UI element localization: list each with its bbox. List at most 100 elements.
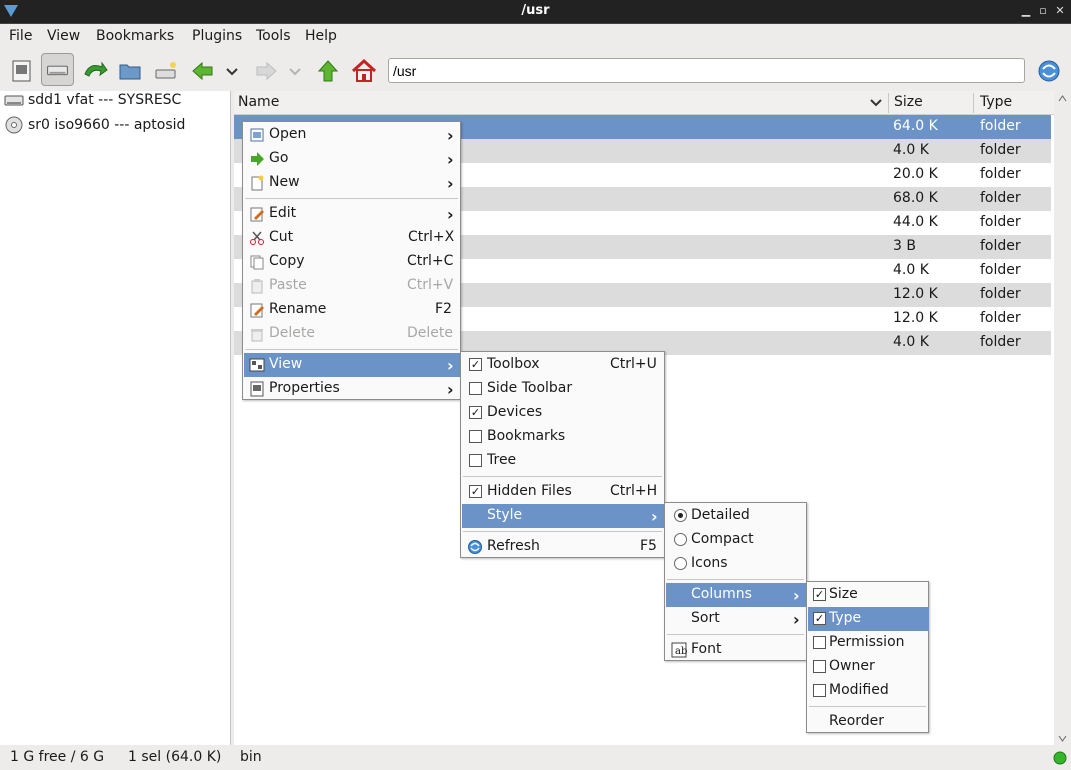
chevron-right-icon: › xyxy=(447,380,454,399)
menu-item-paste[interactable]: Paste Ctrl+V xyxy=(244,274,461,298)
menu-item-copy[interactable]: Copy Ctrl+C xyxy=(244,250,461,274)
compact-radio[interactable] xyxy=(674,533,687,546)
column-header-size[interactable]: Size xyxy=(894,94,923,110)
toolbox-checkbox[interactable]: ✓ xyxy=(469,358,482,371)
column-size-checkbox[interactable]: ✓ xyxy=(813,588,826,601)
column-permission-checkbox[interactable] xyxy=(813,636,826,649)
menu-item-cut[interactable]: Cut Ctrl+X xyxy=(244,226,461,250)
menu-item-view[interactable]: View › xyxy=(244,353,461,377)
forward-history-chevron-icon[interactable] xyxy=(283,56,307,86)
refresh-icon xyxy=(468,540,482,554)
devices-tool-icon[interactable] xyxy=(41,53,74,86)
devices-checkbox[interactable]: ✓ xyxy=(469,406,482,419)
menu-help[interactable]: Help xyxy=(305,28,337,44)
menu-item-devices[interactable]: ✓ Devices xyxy=(462,401,665,425)
minimize-button[interactable]: ▁ xyxy=(1019,4,1033,18)
up-arrow-icon[interactable] xyxy=(313,56,343,86)
menu-item-properties[interactable]: Properties › xyxy=(244,377,461,401)
menu-item-compact[interactable]: Compact xyxy=(666,528,807,552)
menu-item-edit[interactable]: Edit › xyxy=(244,202,461,226)
devices-pane: sdd1 vfat --- SYSRESC sr0 iso9660 --- ap… xyxy=(0,91,231,745)
scissors-icon xyxy=(250,231,264,245)
menu-item-column-size[interactable]: ✓ Size xyxy=(808,583,929,607)
menu-bookmarks[interactable]: Bookmarks xyxy=(96,28,174,44)
menu-item-font[interactable]: ab Font xyxy=(666,638,807,662)
menu-item-style[interactable]: Style › xyxy=(462,504,665,528)
cell-type: folder xyxy=(980,262,1021,278)
bookmarks-checkbox[interactable] xyxy=(469,430,482,443)
view-icon xyxy=(249,358,265,372)
cell-size: 4.0 K xyxy=(893,262,929,278)
scroll-down-icon[interactable] xyxy=(1058,735,1067,742)
device-label: sdd1 vfat --- SYSRESC xyxy=(28,92,182,108)
menu-item-reorder[interactable]: Reorder xyxy=(808,710,929,734)
delete-icon xyxy=(251,329,263,342)
menu-item-rename[interactable]: Rename F2 xyxy=(244,298,461,322)
back-arrow-icon[interactable] xyxy=(188,56,218,86)
icons-radio[interactable] xyxy=(674,557,687,570)
status-item-name: bin xyxy=(240,749,262,765)
close-button[interactable]: ✕ xyxy=(1053,4,1067,18)
column-type-checkbox[interactable]: ✓ xyxy=(813,612,826,625)
menu-item-detailed[interactable]: Detailed xyxy=(666,504,807,528)
menu-item-go[interactable]: Go › xyxy=(244,147,461,171)
drive-icon xyxy=(4,95,24,106)
cell-type: folder xyxy=(980,214,1021,230)
device-item-sdd1[interactable]: sdd1 vfat --- SYSRESC xyxy=(4,92,181,114)
forward-arrow-icon[interactable] xyxy=(251,56,281,86)
go-arrow-icon xyxy=(251,152,264,166)
tree-checkbox[interactable] xyxy=(469,454,482,467)
cell-type: folder xyxy=(980,166,1021,182)
detailed-radio[interactable] xyxy=(674,509,687,522)
menu-tools[interactable]: Tools xyxy=(256,28,291,44)
menu-item-icons[interactable]: Icons xyxy=(666,552,807,576)
menu-item-side-toolbar[interactable]: Side Toolbar xyxy=(462,377,665,401)
edit-icon xyxy=(250,207,264,222)
properties-tool-icon[interactable] xyxy=(7,56,37,86)
menu-item-column-permission[interactable]: Permission xyxy=(808,631,929,655)
menu-item-columns[interactable]: Columns › xyxy=(666,583,807,607)
menu-item-bookmarks[interactable]: Bookmarks xyxy=(462,425,665,449)
menu-item-refresh[interactable]: Refresh F5 xyxy=(462,535,665,559)
cell-size: 44.0 K xyxy=(893,214,938,230)
chevron-right-icon: › xyxy=(447,356,454,375)
window-title: /usr xyxy=(521,3,550,18)
hidden-files-checkbox[interactable]: ✓ xyxy=(469,485,482,498)
column-header-type[interactable]: Type xyxy=(980,94,1012,110)
column-header-name[interactable]: Name xyxy=(238,94,279,110)
status-selection: 1 sel (64.0 K) xyxy=(128,749,222,765)
statusbar: 1 G free / 6 G 1 sel (64.0 K) bin xyxy=(0,745,1071,770)
new-drive-icon[interactable] xyxy=(151,56,181,86)
side-toolbar-checkbox[interactable] xyxy=(469,382,482,395)
columns-submenu: ✓ Size ✓ Type Permission Owner Modified … xyxy=(806,581,929,733)
menu-item-sort[interactable]: Sort › xyxy=(666,607,807,631)
address-bar-input[interactable] xyxy=(388,58,1025,83)
reload-arrow-icon[interactable] xyxy=(80,56,110,86)
menu-item-toolbox[interactable]: ✓ Toolbox Ctrl+U xyxy=(462,353,665,377)
status-free-space: 1 G free / 6 G xyxy=(10,749,105,765)
menu-item-tree[interactable]: Tree xyxy=(462,449,665,473)
home-icon[interactable] xyxy=(349,56,379,86)
back-history-chevron-icon[interactable] xyxy=(220,56,244,86)
menu-item-new[interactable]: New › xyxy=(244,171,461,195)
scroll-up-icon[interactable] xyxy=(1058,95,1067,102)
menu-item-hidden-files[interactable]: ✓ Hidden Files Ctrl+H xyxy=(462,480,665,504)
device-item-sr0[interactable]: sr0 iso9660 --- aptosid xyxy=(4,116,185,138)
column-owner-checkbox[interactable] xyxy=(813,660,826,673)
menu-item-open[interactable]: Open › xyxy=(244,123,461,147)
menu-view[interactable]: View xyxy=(47,28,80,44)
column-modified-checkbox[interactable] xyxy=(813,684,826,697)
cell-size: 64.0 K xyxy=(893,118,938,134)
folder-icon[interactable] xyxy=(115,56,145,86)
menu-item-column-owner[interactable]: Owner xyxy=(808,655,929,679)
menu-item-column-type[interactable]: ✓ Type xyxy=(808,607,929,631)
open-icon xyxy=(250,128,264,142)
menu-item-column-modified[interactable]: Modified xyxy=(808,679,929,703)
vertical-scrollbar[interactable] xyxy=(1054,91,1071,745)
maximize-button[interactable]: ▫ xyxy=(1036,4,1050,18)
menu-plugins[interactable]: Plugins xyxy=(192,28,242,44)
refresh-icon[interactable] xyxy=(1034,56,1064,86)
menu-item-delete[interactable]: Delete Delete xyxy=(244,322,461,346)
font-icon: ab xyxy=(671,642,687,658)
menu-file[interactable]: File xyxy=(9,28,32,44)
